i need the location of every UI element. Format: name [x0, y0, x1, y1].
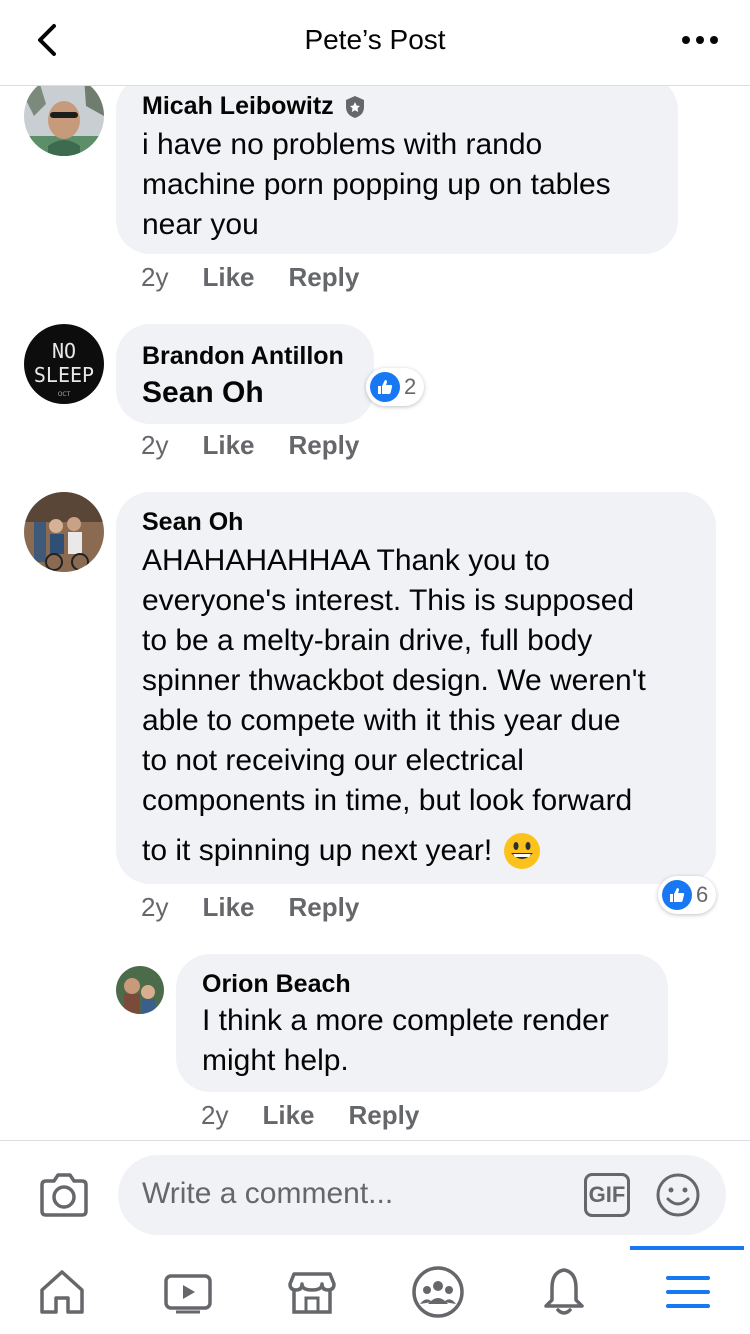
marketplace-icon[interactable] — [284, 1264, 340, 1320]
groups-icon[interactable] — [410, 1264, 466, 1320]
author-name[interactable]: Orion Beach — [202, 970, 642, 999]
reaction-number: 6 — [696, 882, 709, 907]
comment-time: 2y — [201, 1100, 229, 1130]
comment-text: AHAHAHAHHAA Thank you to everyone's inte… — [142, 541, 690, 871]
comment-line: near you — [142, 208, 259, 241]
reaction-count[interactable]: 2 — [366, 368, 425, 406]
reaction-count[interactable]: 6 — [658, 876, 717, 914]
avatar[interactable]: NO SLEEP OCT — [24, 324, 104, 404]
notifications-icon[interactable] — [536, 1264, 592, 1320]
like-button[interactable]: Like — [262, 1100, 314, 1131]
tagged-mention[interactable]: Sean Oh — [142, 373, 348, 413]
gif-button[interactable]: GIF — [584, 1173, 630, 1217]
comment-line: to not receiving our electrical — [142, 744, 524, 777]
avatar-text: NO — [52, 339, 76, 363]
comment-line: spinner thwackbot design. We weren't — [142, 664, 646, 697]
comment-bubble[interactable]: Sean Oh AHAHAHAHHAA Thank you to everyon… — [116, 492, 716, 884]
comment-bubble[interactable]: Orion Beach I think a more complete rend… — [176, 954, 668, 1092]
comment-actions: 2y Like Reply — [201, 1100, 419, 1131]
comment-placeholder: Write a comment... — [142, 1177, 394, 1210]
top-fan-badge-icon — [345, 95, 364, 118]
author-name[interactable]: Sean Oh — [142, 508, 690, 537]
avatar[interactable] — [116, 966, 164, 1014]
active-tab-indicator — [630, 1246, 744, 1250]
comment-composer: Write a comment... GIF — [0, 1140, 750, 1246]
reaction-number: 2 — [404, 374, 417, 399]
comment-line: to be a melty-brain drive, full body — [142, 624, 593, 657]
like-button[interactable]: Like — [202, 430, 254, 461]
reply-button[interactable]: Reply — [289, 892, 360, 923]
reply-button[interactable]: Reply — [289, 262, 360, 293]
comment-input[interactable]: Write a comment... GIF — [118, 1155, 726, 1235]
comment-actions: 2y Like Reply — [141, 430, 359, 461]
thumbs-up-icon — [370, 372, 400, 402]
comment-time: 2y — [141, 892, 169, 922]
comment-line: everyone's interest. This is supposed — [142, 584, 635, 617]
emoji-icon[interactable] — [654, 1171, 702, 1219]
comment-time: 2y — [141, 262, 169, 292]
author-name[interactable]: Brandon Antillon — [142, 342, 348, 371]
comment-author[interactable]: Micah Leibowitz — [142, 92, 652, 121]
avatar[interactable] — [24, 492, 104, 572]
comment-line: might help. — [202, 1044, 349, 1077]
avatar-text: SLEEP — [34, 363, 94, 387]
comment-line: components in time, but look forward — [142, 784, 633, 817]
like-button[interactable]: Like — [202, 262, 254, 293]
reply-button[interactable]: Reply — [349, 1100, 420, 1131]
reply-button[interactable]: Reply — [289, 430, 360, 461]
home-icon[interactable] — [34, 1264, 90, 1320]
comment-time: 2y — [141, 430, 169, 460]
comment-line: I think a more complete render — [202, 1004, 609, 1037]
watch-icon[interactable] — [160, 1264, 216, 1320]
top-bar: Pete’s Post — [0, 0, 750, 86]
comment-line: machine porn popping up on tables — [142, 168, 611, 201]
camera-icon[interactable] — [38, 1171, 90, 1219]
comment-bubble[interactable]: Micah Leibowitz i have no problems with … — [116, 76, 678, 254]
comment-actions: 2y Like Reply — [141, 892, 359, 923]
comment-text: I think a more complete render might hel… — [202, 1001, 642, 1081]
like-button[interactable]: Like — [202, 892, 254, 923]
menu-icon[interactable] — [660, 1264, 716, 1320]
comment-actions: 2y Like Reply — [141, 262, 359, 293]
page-title: Pete’s Post — [304, 24, 446, 55]
comment-line: to it spinning up next year! — [142, 834, 493, 867]
author-name[interactable]: Micah Leibowitz — [142, 92, 334, 121]
more-options-icon[interactable] — [680, 28, 720, 52]
avatar[interactable] — [24, 76, 104, 156]
comment-line: i have no problems with rando — [142, 128, 543, 161]
thumbs-up-icon — [662, 880, 692, 910]
avatar-text: OCT — [58, 391, 71, 398]
comment-bubble[interactable]: Brandon Antillon Sean Oh — [116, 324, 374, 424]
comment-line: AHAHAHAHHAA Thank you to — [142, 544, 550, 577]
grinning-emoji-icon — [504, 833, 541, 869]
comment-line: able to compete with it this year due — [142, 704, 621, 737]
comment-text: i have no problems with rando machine po… — [142, 125, 652, 245]
bottom-navigation — [0, 1246, 750, 1334]
